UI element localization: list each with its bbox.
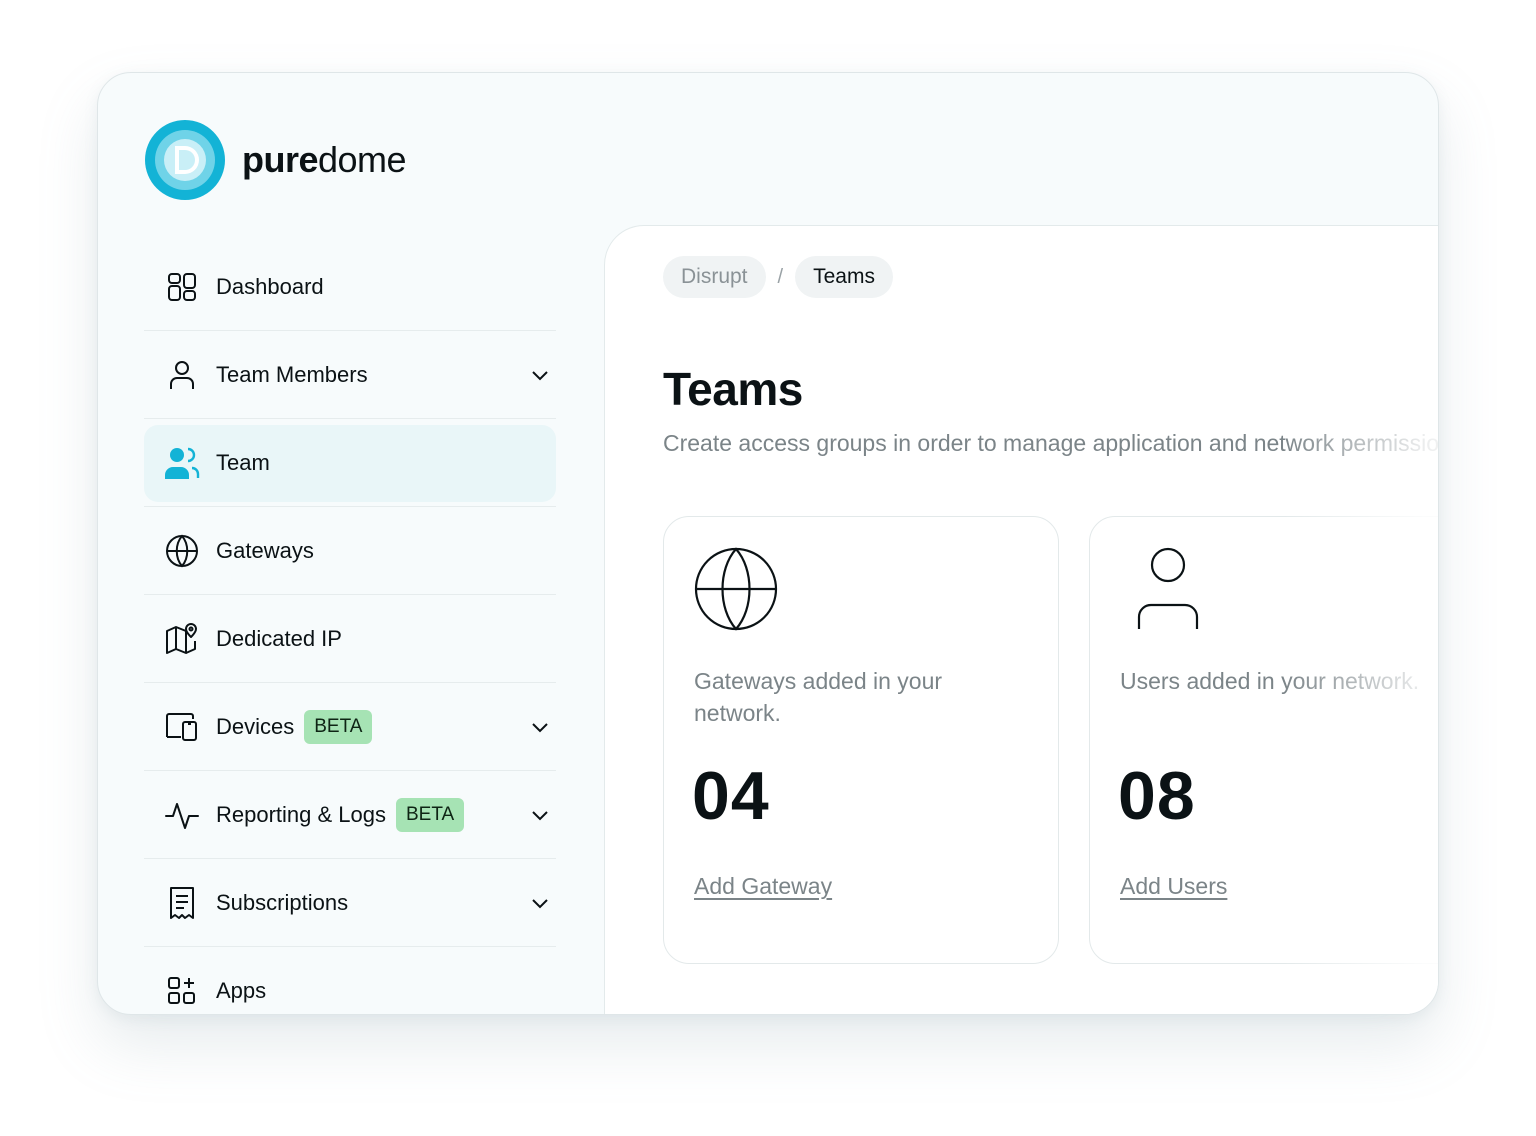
brand-name: puredome [242, 139, 407, 181]
globe-icon [164, 533, 200, 569]
breadcrumb-parent[interactable]: Disrupt [663, 256, 766, 298]
user-icon [164, 357, 200, 393]
sidebar-item-dashboard[interactable]: Dashboard [144, 243, 556, 331]
sidebar-item-reporting-logs[interactable]: Reporting & Logs BETA [144, 771, 556, 859]
main-panel: Disrupt / Teams Teams Create access grou… [604, 225, 1439, 1014]
sidebar-item-gateways[interactable]: Gateways [144, 507, 556, 595]
add-gateway-link[interactable]: Add Gateway [694, 873, 832, 900]
sidebar-nav: Dashboard Team Members Team Gateways Ded… [144, 243, 556, 1014]
gateways-card: Gateways added in your network. 04 Add G… [663, 516, 1059, 964]
page-subtitle: Create access groups in order to manage … [663, 430, 1439, 456]
dashboard-icon [164, 269, 200, 305]
gateway-count: 04 [692, 758, 770, 834]
sidebar-item-label: Subscriptions [216, 889, 349, 915]
sidebar-item-label: Team [216, 449, 270, 475]
sidebar-item-label: Devices [216, 713, 295, 739]
sidebar-item-label: Dedicated IP [216, 625, 342, 651]
card-description: Gateways added in your network. [694, 668, 943, 726]
app-window: puredome Dashboard Team Members Team Gat… [97, 72, 1439, 1015]
breadcrumb-separator: / [777, 265, 784, 288]
sidebar-item-apps[interactable]: Apps [144, 947, 556, 1014]
breadcrumb: Disrupt / Teams [663, 256, 893, 298]
users-card: Users added in your network. 08 Add User… [1089, 516, 1438, 964]
user-icon [1137, 547, 1199, 629]
brand-logo[interactable]: puredome [144, 119, 407, 201]
chevron-down-icon[interactable] [528, 363, 552, 387]
sidebar-item-team[interactable]: Team [144, 419, 556, 507]
card-description: Users added in your network. [1120, 668, 1420, 694]
active-highlight [144, 425, 556, 502]
beta-badge: BETA [304, 709, 373, 744]
beta-badge: BETA [396, 797, 465, 832]
map-pin-icon [164, 621, 200, 657]
sidebar-item-devices[interactable]: Devices BETA [144, 683, 556, 771]
chevron-down-icon[interactable] [528, 715, 552, 739]
chevron-down-icon[interactable] [528, 803, 552, 827]
sidebar-item-label: Dashboard [216, 273, 324, 299]
sidebar-item-label: Reporting & Logs [216, 801, 386, 827]
sidebar-item-label: Apps [216, 978, 267, 1003]
page-title: Teams [663, 363, 803, 415]
sidebar-item-label: Gateways [216, 537, 314, 563]
apps-icon [164, 973, 200, 1009]
users-icon [164, 445, 200, 481]
add-users-link[interactable]: Add Users [1120, 873, 1227, 900]
brand-name-light: dome [318, 139, 407, 180]
puredome-logo-icon [145, 120, 225, 200]
globe-icon [694, 547, 778, 631]
receipt-icon [164, 885, 200, 921]
breadcrumb-current: Teams [795, 256, 893, 298]
activity-icon [164, 797, 200, 833]
sidebar-item-team-members[interactable]: Team Members [144, 331, 556, 419]
devices-icon [164, 709, 200, 745]
brand-name-bold: pure [242, 139, 319, 180]
user-count: 08 [1118, 758, 1196, 834]
chevron-down-icon[interactable] [528, 891, 552, 915]
sidebar-item-dedicated-ip[interactable]: Dedicated IP [144, 595, 556, 683]
sidebar-item-label: Team Members [216, 361, 368, 387]
sidebar-item-subscriptions[interactable]: Subscriptions [144, 859, 556, 947]
